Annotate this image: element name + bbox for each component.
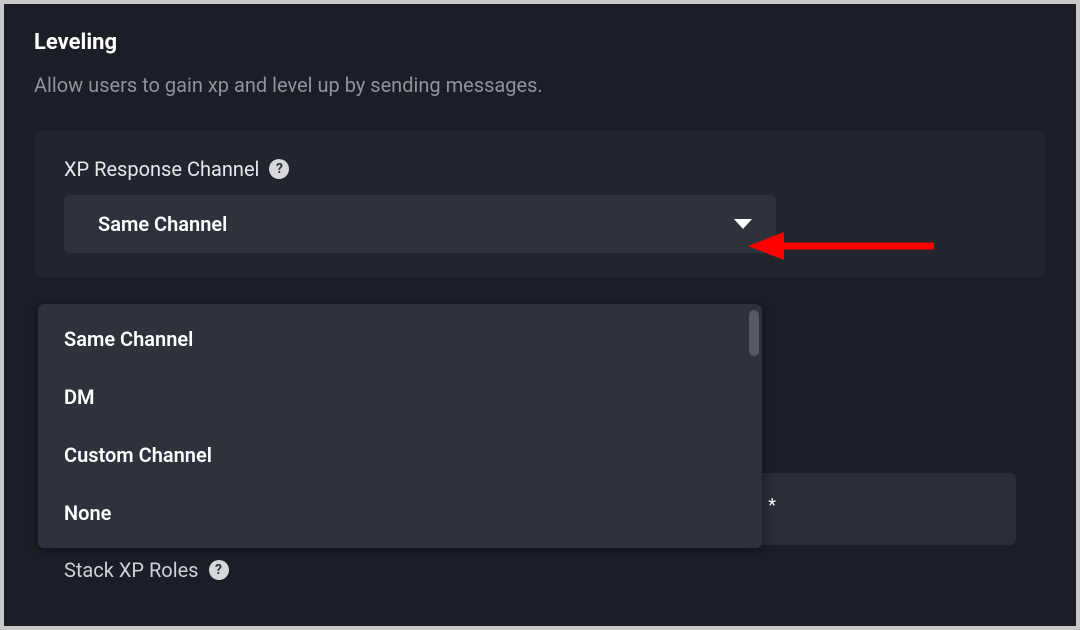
dropdown-option-custom-channel[interactable]: Custom Channel bbox=[38, 426, 762, 484]
xp-response-channel-label-text: XP Response Channel bbox=[64, 157, 259, 181]
chevron-down-icon bbox=[734, 219, 752, 229]
dropdown-option-same-channel[interactable]: Same Channel bbox=[38, 310, 762, 368]
help-icon[interactable]: ? bbox=[209, 560, 229, 580]
stack-xp-roles-label: Stack XP Roles ? bbox=[64, 558, 229, 582]
leveling-panel: XP Response Channel ? Same Channel * bbox=[34, 131, 1046, 277]
xp-response-channel-select[interactable]: Same Channel bbox=[64, 195, 776, 253]
help-icon[interactable]: ? bbox=[269, 159, 289, 179]
dropdown-option-dm[interactable]: DM bbox=[38, 368, 762, 426]
xp-response-channel-dropdown: Same Channel DM Custom Channel None bbox=[38, 304, 762, 548]
dropdown-option-none[interactable]: None bbox=[38, 484, 762, 542]
settings-frame: Leveling Allow users to gain xp and leve… bbox=[4, 4, 1076, 626]
dropdown-scrollbar[interactable] bbox=[749, 310, 759, 356]
section-title: Leveling bbox=[34, 30, 1046, 55]
xp-response-channel-selected-value: Same Channel bbox=[98, 212, 227, 236]
stack-xp-roles-label-text: Stack XP Roles bbox=[64, 558, 199, 582]
xp-response-channel-label: XP Response Channel ? bbox=[64, 157, 1016, 181]
asterisk-icon: * bbox=[768, 495, 776, 516]
section-description: Allow users to gain xp and level up by s… bbox=[34, 73, 1046, 97]
